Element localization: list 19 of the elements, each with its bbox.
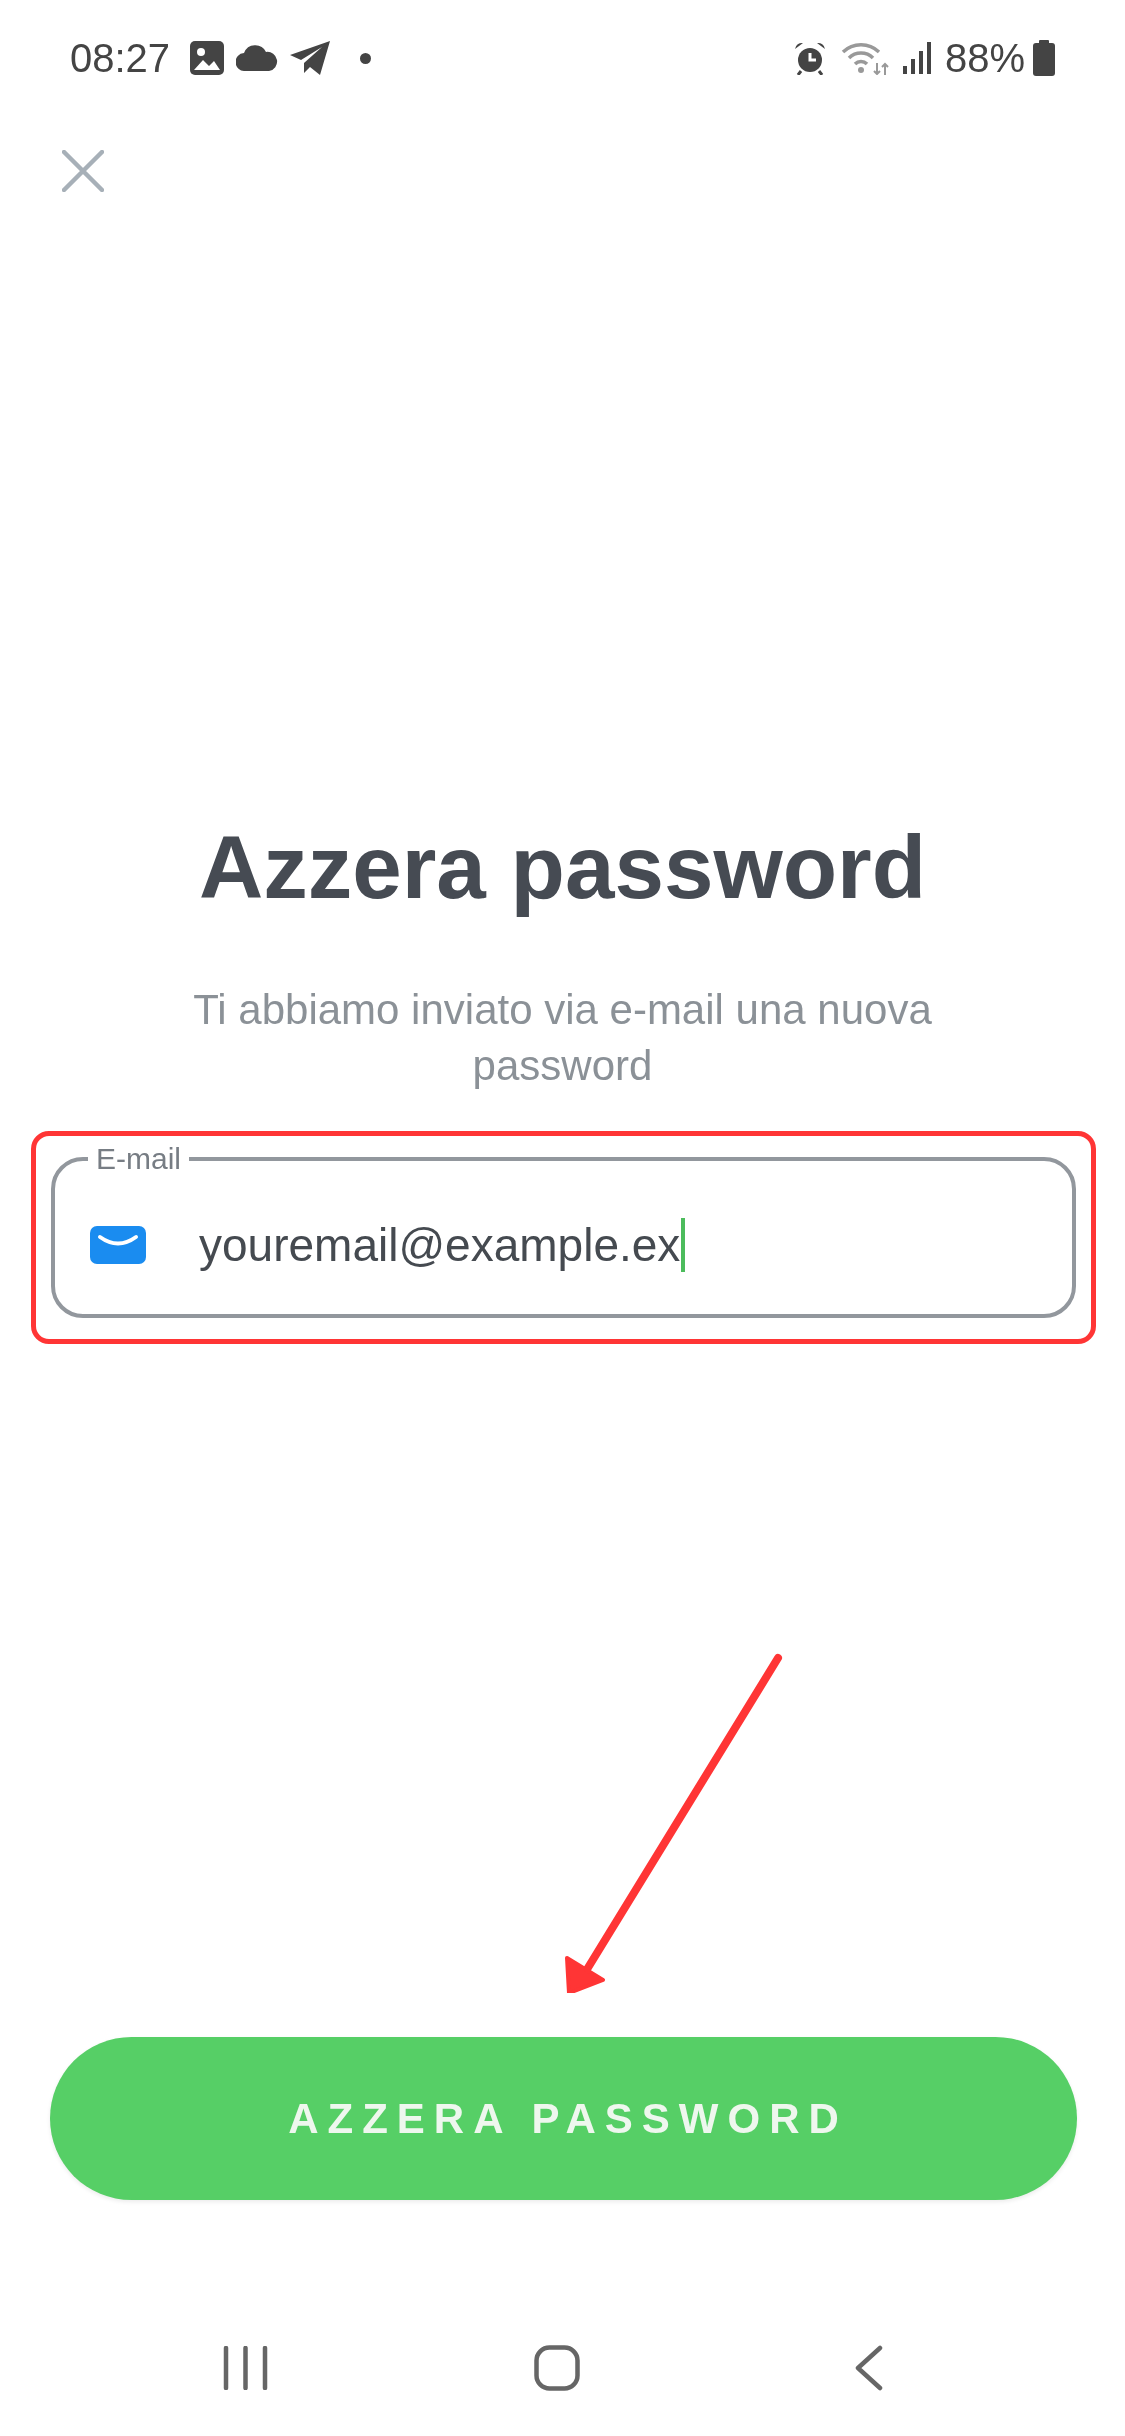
paper-plane-icon [290,41,331,75]
battery-percentage: 88% [944,35,1025,81]
back-icon[interactable] [855,2345,883,2391]
instruction-text: Ti abbiamo inviato via e-mail una nuova password [192,985,933,1091]
battery-icon [1033,40,1055,76]
alarm-clock-icon [792,41,827,75]
recent-apps-icon[interactable] [222,2346,268,2390]
status-time: 08:27 [70,35,171,81]
field-label: E-mail [95,1142,182,1176]
close-icon [62,150,104,192]
home-icon[interactable] [534,2345,580,2391]
wifi-icon [840,41,889,75]
page-title: Azzera password [197,816,928,918]
email-value: youremail@example.ex [199,1218,681,1272]
cloud-icon [236,45,279,71]
mail-icon [90,1226,146,1264]
image-icon [190,41,225,75]
notification-dot-icon [360,52,372,64]
signal-icon [902,42,933,74]
